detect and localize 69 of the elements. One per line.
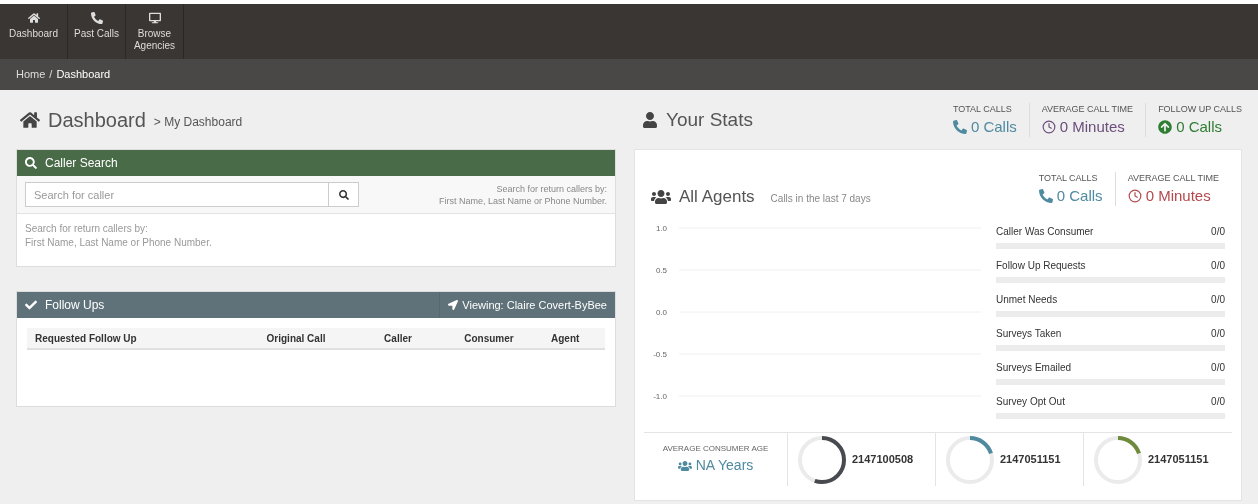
metric-reading: 0/0 <box>1211 327 1225 341</box>
stat-value: 0 Minutes <box>1041 116 1125 137</box>
metric-label: Follow Up Requests <box>996 259 1086 273</box>
column-header: Original Call <box>265 331 327 346</box>
column-header: Requested Follow Up <box>35 331 138 346</box>
phone-icon <box>1038 188 1053 203</box>
stat-value: 0 Minutes <box>1127 185 1211 206</box>
column-header: Agent <box>550 331 581 346</box>
stat-label: AVERAGE CALL TIME <box>1041 103 1134 117</box>
panel-title: Caller Search <box>45 155 118 172</box>
stat-label: TOTAL CALLS <box>1038 172 1098 185</box>
axis-tick-label: -1.0 <box>653 391 667 401</box>
metric-reading: 0/0 <box>1211 361 1225 375</box>
search-hint: Search for return callers by: <box>496 182 607 195</box>
home-icon <box>20 110 40 130</box>
user-icon <box>642 112 658 128</box>
axis-tick-label: 1.0 <box>655 223 667 233</box>
stat-label: AVERAGE CALL TIME <box>1127 172 1219 185</box>
metric-reading: 0/0 <box>1211 293 1225 307</box>
breadcrumb-separator: / <box>49 67 53 83</box>
section-subtitle: Calls in the last 7 days <box>770 192 871 207</box>
monitor-icon <box>148 12 161 24</box>
metric-label: Surveys Taken <box>996 327 1062 341</box>
stat-label: FOLLOW UP CALLS <box>1158 103 1242 117</box>
search-button[interactable] <box>329 182 359 207</box>
phone-icon <box>90 12 103 24</box>
gauge-value: 2147051151 <box>1000 452 1061 468</box>
clock-icon <box>1041 119 1056 134</box>
axis-tick-label: -0.5 <box>653 349 667 359</box>
axis-tick-label: 0.0 <box>655 307 667 317</box>
stat-value: 0 Calls <box>1038 185 1103 206</box>
section-title: All Agents <box>679 186 755 208</box>
home-icon <box>27 12 40 24</box>
breadcrumb-link[interactable]: Home <box>16 66 46 83</box>
column-header: Consumer <box>463 331 515 346</box>
clock-icon <box>1127 188 1142 203</box>
check-icon <box>25 299 37 311</box>
section-title: Your Stats <box>666 107 753 132</box>
metric-label: Unmet Needs <box>996 293 1058 307</box>
page-subtitle: > My Dashboard <box>153 114 243 131</box>
axis-tick-label: 0.5 <box>655 265 667 275</box>
panel-title: Follow Ups <box>45 297 105 314</box>
search-hint: Search for return callers by: <box>25 222 149 236</box>
stat-label: TOTAL CALLS <box>952 103 1012 117</box>
metric-reading: 0/0 <box>1211 225 1225 239</box>
gauge-value: 2147100508 <box>852 452 914 468</box>
stat-value: NA Years <box>677 455 754 476</box>
phone-icon <box>952 119 967 134</box>
search-icon <box>338 189 349 200</box>
metric-label: Surveys Emailed <box>996 361 1072 375</box>
search-hint: First Name, Last Name or Phone Number. <box>438 194 607 207</box>
breadcrumb-current: Dashboard <box>56 67 111 83</box>
column-header: Caller <box>383 331 413 346</box>
users-icon <box>677 458 692 473</box>
stat-label: AVERAGE CONSUMER AGE <box>662 443 769 455</box>
search-hint: First Name, Last Name or Phone Number. <box>25 236 213 250</box>
location-arrow-icon <box>448 300 459 310</box>
stat-value: 0 Calls <box>1158 116 1222 137</box>
metric-label: Caller Was Consumer <box>996 225 1094 239</box>
gauge-value: 2147051151 <box>1148 452 1209 468</box>
viewing-label: Viewing: Claire Covert-ByBee <box>462 297 607 313</box>
stat-value: 0 Calls <box>952 116 1017 137</box>
search-field[interactable]: Search for caller <box>25 182 329 207</box>
up-arrow-icon <box>1158 119 1173 134</box>
page-title: Dashboard <box>48 108 146 133</box>
metric-label: Survey Opt Out <box>996 395 1065 409</box>
metric-reading: 0/0 <box>1211 395 1225 409</box>
metric-reading: 0/0 <box>1211 259 1225 273</box>
search-icon <box>25 157 37 169</box>
